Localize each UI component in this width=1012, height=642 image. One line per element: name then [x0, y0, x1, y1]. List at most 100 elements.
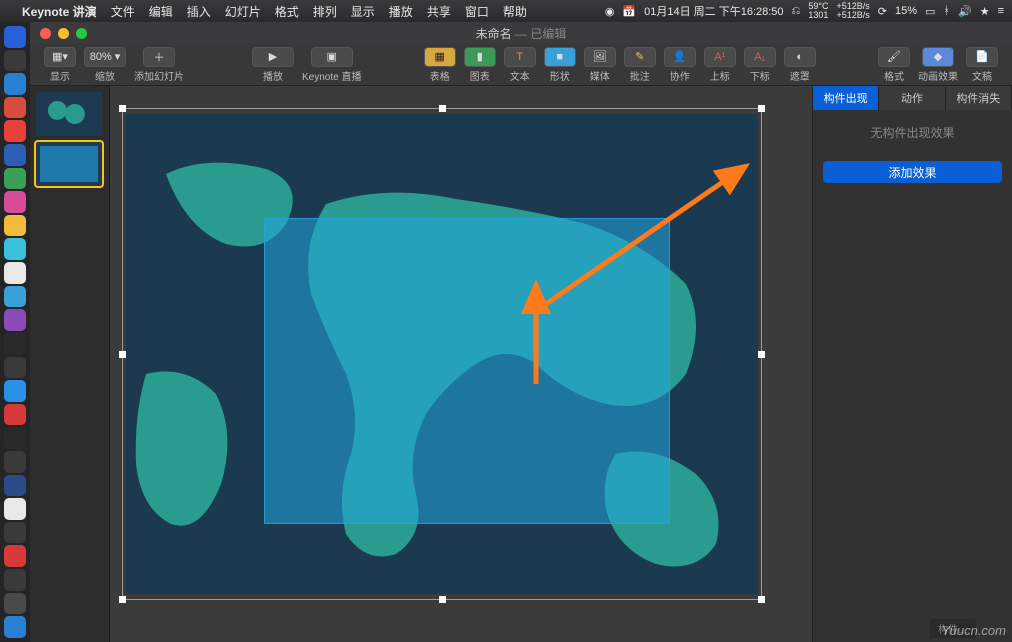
doc-edited-status: — 已编辑 — [515, 27, 566, 41]
media-button[interactable]: 🖼媒体 — [584, 47, 616, 83]
tab-build-out[interactable]: 构件消失 — [946, 86, 1012, 110]
dock-safari[interactable] — [4, 73, 26, 95]
dock-finder[interactable] — [4, 26, 26, 48]
add-slide-button[interactable]: ＋添加幻灯片 — [134, 47, 184, 83]
menu-extra-icon[interactable]: ≡ — [998, 5, 1004, 17]
dock-app-17[interactable] — [4, 404, 26, 426]
dock-app-13[interactable] — [4, 309, 26, 331]
minimize-button[interactable] — [58, 28, 69, 39]
document-inspector-button[interactable]: 📄文稿 — [966, 47, 998, 83]
dock-app-12[interactable] — [4, 286, 26, 308]
traffic-lights — [30, 28, 87, 39]
menubar-stats-icon[interactable]: ⎌ — [792, 5, 801, 18]
volume-icon[interactable]: 🔊 — [958, 5, 972, 18]
menu-file[interactable]: 文件 — [111, 3, 135, 20]
menu-share[interactable]: 共享 — [427, 3, 451, 20]
resize-handle-nw[interactable] — [119, 105, 126, 112]
battery-icon[interactable]: ▭ — [925, 5, 935, 18]
animate-inspector-button[interactable]: ◆动画效果 — [918, 47, 958, 83]
dock-app-11[interactable] — [4, 262, 26, 284]
superscript-button[interactable]: A¹上标 — [704, 47, 736, 83]
dock-app-4[interactable] — [4, 97, 26, 119]
resize-handle-s[interactable] — [439, 596, 446, 603]
watermark: Yuucn.com — [941, 623, 1006, 638]
view-button[interactable]: ▦▾显示 — [44, 47, 76, 83]
annotate-button[interactable]: ✎批注 — [624, 47, 656, 83]
inspector-empty-state: 无构件出现效果 — [813, 110, 1012, 155]
menu-insert[interactable]: 插入 — [187, 3, 211, 20]
shape-button[interactable]: ■形状 — [544, 47, 576, 83]
zoom-button[interactable]: 80% ▾缩放 — [84, 47, 126, 83]
toolbar: ▦▾显示 80% ▾缩放 ＋添加幻灯片 ▶播放 ▣Keynote 直播 ▦表格 … — [30, 44, 1012, 86]
mask-button[interactable]: ◐遮罩 — [784, 47, 816, 83]
resize-handle-e[interactable] — [758, 351, 765, 358]
stopwatch-icon[interactable]: ◉ — [605, 5, 615, 18]
resize-handle-n[interactable] — [439, 105, 446, 112]
dock-app-14[interactable] — [4, 333, 26, 355]
collaborate-button[interactable]: 👤协作 — [664, 47, 696, 83]
fullscreen-button[interactable] — [76, 28, 87, 39]
dock-app-8[interactable] — [4, 191, 26, 213]
window-titlebar: 未命名 — 已编辑 — [30, 22, 1012, 44]
resize-handle-w[interactable] — [119, 351, 126, 358]
slide-thumb-1[interactable] — [36, 92, 102, 136]
app-menu[interactable]: Keynote 讲演 — [22, 3, 97, 20]
play-button[interactable]: ▶播放 — [252, 47, 294, 83]
format-inspector-button[interactable]: 🖌格式 — [878, 47, 910, 83]
slide-canvas[interactable] — [110, 86, 812, 642]
menu-window[interactable]: 窗口 — [465, 3, 489, 20]
add-effect-button[interactable]: 添加效果 — [823, 161, 1002, 183]
menubar-temp: 59°C1301 — [808, 2, 828, 20]
menu-edit[interactable]: 编辑 — [149, 3, 173, 20]
dock-app-24[interactable] — [4, 569, 26, 591]
empty-message: 无构件出现效果 — [823, 124, 1002, 141]
menu-help[interactable]: 帮助 — [503, 3, 527, 20]
menu-view[interactable]: 显示 — [351, 3, 375, 20]
inspector-panel: 构件出现 动作 构件消失 无构件出现效果 添加效果 — [812, 86, 1012, 642]
subscript-button[interactable]: A₁下标 — [744, 47, 776, 83]
slide-thumb-2[interactable] — [36, 142, 102, 186]
menu-format[interactable]: 格式 — [275, 3, 299, 20]
dock-app-7[interactable] — [4, 168, 26, 190]
calendar-icon[interactable]: 📅 — [622, 5, 636, 18]
system-menubar: Keynote 讲演 文件 编辑 插入 幻灯片 格式 排列 显示 播放 共享 窗… — [0, 0, 1012, 22]
dock-app-18[interactable] — [4, 427, 26, 449]
menubar-right: ◉ 📅 01月14日 周二 下午16:28:50 ⎌ 59°C1301 +512… — [605, 2, 1004, 20]
resize-handle-ne[interactable] — [758, 105, 765, 112]
dock-app-21[interactable] — [4, 498, 26, 520]
selection-box[interactable] — [122, 108, 762, 600]
dock-chrome[interactable] — [4, 120, 26, 142]
chart-button[interactable]: ▮图表 — [464, 47, 496, 83]
resize-handle-sw[interactable] — [119, 596, 126, 603]
close-button[interactable] — [40, 28, 51, 39]
dock-appstore[interactable] — [4, 380, 26, 402]
tab-action[interactable]: 动作 — [879, 86, 945, 110]
dock-app-15[interactable] — [4, 357, 26, 379]
dock-app-6[interactable] — [4, 144, 26, 166]
doc-name: 未命名 — [476, 27, 512, 41]
dock-app-25[interactable] — [4, 593, 26, 615]
dock-app-20[interactable] — [4, 475, 26, 497]
dock-app-9[interactable] — [4, 215, 26, 237]
menubar-net: +512B/s+512B/s — [836, 2, 869, 20]
dock-app-26[interactable] — [4, 616, 26, 638]
animation-tabs: 构件出现 动作 构件消失 — [813, 86, 1012, 110]
menubar-datetime[interactable]: 01月14日 周二 下午16:28:50 — [644, 3, 783, 19]
menu-arrange[interactable]: 排列 — [313, 3, 337, 20]
dock-app-10[interactable] — [4, 238, 26, 260]
menu-play[interactable]: 播放 — [389, 3, 413, 20]
dock-app-23[interactable] — [4, 545, 26, 567]
dock-app-19[interactable] — [4, 451, 26, 473]
resize-handle-se[interactable] — [758, 596, 765, 603]
keynote-live-button[interactable]: ▣Keynote 直播 — [302, 47, 361, 83]
table-button[interactable]: ▦表格 — [424, 47, 456, 83]
menubar-left: Keynote 讲演 文件 编辑 插入 幻灯片 格式 排列 显示 播放 共享 窗… — [8, 3, 527, 20]
dock-app-22[interactable] — [4, 522, 26, 544]
star-icon[interactable]: ★ — [980, 5, 990, 18]
tab-build-in[interactable]: 构件出现 — [813, 86, 879, 110]
menu-slide[interactable]: 幻灯片 — [225, 3, 261, 20]
text-button[interactable]: T文本 — [504, 47, 536, 83]
dock-app-2[interactable] — [4, 50, 26, 72]
bluetooth-icon[interactable]: ᚼ — [943, 5, 950, 17]
sync-icon[interactable]: ⟳ — [878, 5, 887, 18]
